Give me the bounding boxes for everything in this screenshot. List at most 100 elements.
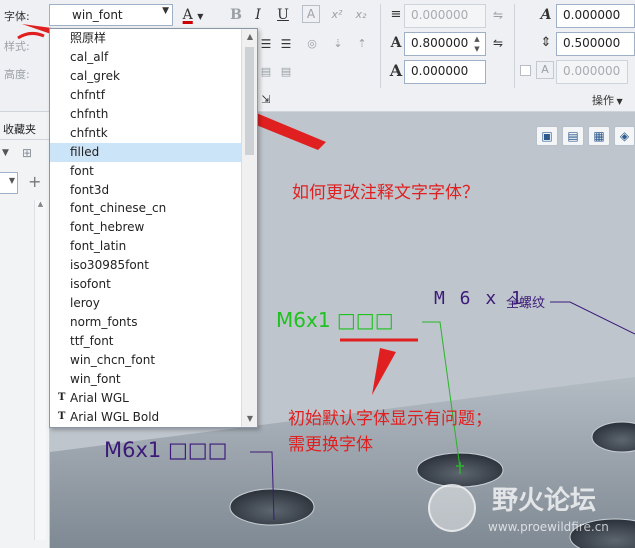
leader-line-purple: [550, 301, 635, 335]
dropdown-scrollbar[interactable]: ▲ ▼: [241, 29, 257, 427]
font-dropdown-list[interactable]: 照原样 cal_alf cal_grek chfntf chfnth chfntk fill…: [49, 28, 258, 428]
font-option-label: font3d: [70, 182, 110, 197]
font-option-label: Arial WGL: [70, 390, 129, 405]
checkbox[interactable]: [518, 62, 532, 82]
font-option[interactable]: win_font: [50, 370, 242, 389]
reset-height-icon[interactable]: ⇋: [488, 33, 508, 53]
align-center-icon[interactable]: ☰: [256, 34, 276, 54]
font-option-label: cal_alf: [70, 49, 109, 64]
tree-filter-select[interactable]: ▼: [0, 172, 18, 194]
font-option[interactable]: iso30985font: [50, 256, 242, 275]
font-option-label: leroy: [70, 296, 100, 311]
font-option-label: norm_fonts: [70, 315, 138, 330]
display-style-icon[interactable]: ▦: [588, 126, 610, 146]
frame-text-button[interactable]: A: [302, 5, 320, 23]
font-option[interactable]: chfntf: [50, 86, 242, 105]
font-option[interactable]: filled: [50, 142, 242, 162]
chevron-down-icon: ▼: [162, 6, 169, 16]
subscript-button[interactable]: x₂: [351, 5, 371, 25]
favorites-header[interactable]: 收藏夹: [0, 118, 50, 140]
ribbon-divider: [380, 4, 381, 88]
saved-views-icon[interactable]: ▤: [562, 126, 584, 146]
italic-button[interactable]: I: [248, 5, 268, 25]
red-arrow-up: [372, 348, 396, 395]
font-option[interactable]: win_chcn_font: [50, 351, 242, 370]
filter-icon[interactable]: ⊞: [22, 146, 32, 160]
font-option[interactable]: 照原样: [50, 29, 242, 48]
text-height-icon: A: [390, 35, 402, 51]
font-option[interactable]: chfntk: [50, 124, 242, 143]
angle-field[interactable]: 0.000000: [556, 60, 628, 84]
question-annotation: 如何更改注释文字字体？: [292, 183, 479, 203]
operations-group-label[interactable]: 操作 ▼: [592, 92, 623, 108]
problem-annotation: 初始默认字体显示有问题； 需更换字体: [288, 409, 492, 455]
view-cube-icon[interactable]: ▣: [536, 126, 558, 146]
font-option-label: win_font: [70, 371, 121, 386]
scroll-down-icon[interactable]: ▼: [242, 411, 257, 427]
font-option[interactable]: cal_grek: [50, 67, 242, 86]
font-option-label: chfntf: [70, 87, 105, 102]
line-spacing-field[interactable]: 0.000000: [404, 4, 486, 28]
flip-icon[interactable]: ▤: [276, 62, 296, 82]
thread-label: 全螺纹: [506, 296, 546, 311]
text-color-button[interactable]: A ▼: [176, 5, 210, 25]
font-option[interactable]: norm_fonts: [50, 313, 242, 332]
expand-group-icon[interactable]: ⇲: [256, 90, 276, 110]
font-option-label: font: [70, 163, 94, 178]
bold-button[interactable]: B: [226, 5, 246, 25]
font-option-label: Arial WGL Bold: [70, 409, 160, 424]
scroll-thumb[interactable]: [245, 47, 254, 155]
font-option[interactable]: chfnth: [50, 105, 242, 124]
truetype-icon: T: [58, 391, 66, 403]
font-option[interactable]: font_latin: [50, 237, 242, 256]
font-option[interactable]: font_chinese_cn: [50, 199, 242, 218]
font-option[interactable]: leroy: [50, 294, 242, 313]
font-label: 字体:: [4, 10, 30, 23]
chevron-down-icon: ▼: [197, 12, 204, 21]
line-spacing-icon: ≡: [390, 7, 402, 22]
scroll-up-icon[interactable]: ▲: [242, 29, 257, 45]
scroll-up-icon[interactable]: ▲: [35, 200, 46, 212]
char-spacing-field[interactable]: 0.000000: [556, 4, 635, 28]
anchor-icon[interactable]: ◎: [302, 34, 322, 54]
slant-angle-icon: A: [540, 7, 552, 23]
font-option-label: isofont: [70, 277, 111, 292]
mirror-icon[interactable]: ▤: [256, 62, 276, 82]
line-gap-field[interactable]: 0.500000: [556, 32, 635, 56]
add-icon[interactable]: +: [28, 172, 41, 191]
font-option-label: iso30985font: [70, 258, 149, 273]
height-label: 高度:: [4, 68, 30, 81]
font-option[interactable]: T Arial WGL Bold: [50, 408, 242, 427]
font-option[interactable]: font: [50, 162, 242, 181]
superscript-button[interactable]: x²: [327, 5, 347, 25]
align-bottom-icon[interactable]: ⇡: [352, 34, 372, 54]
text-width-field[interactable]: 0.000000: [404, 60, 486, 84]
font-option-label: 照原样: [70, 31, 107, 45]
font-option[interactable]: cal_alf: [50, 48, 242, 67]
font-option[interactable]: T Arial WGL: [50, 389, 242, 408]
align-right-icon[interactable]: ☰: [276, 34, 296, 54]
view-manager-icon[interactable]: ◈: [614, 126, 635, 146]
font-option[interactable]: isofont: [50, 275, 242, 294]
watermark-url: www.proewildfire.cn: [488, 520, 609, 534]
watermark-logo: [428, 484, 476, 532]
font-option[interactable]: font3d: [50, 181, 242, 200]
purple-note-left[interactable]: M6x1 □□□: [104, 438, 227, 462]
reset-icon[interactable]: ⇋: [488, 5, 508, 25]
align-top-icon[interactable]: ⇣: [328, 34, 348, 54]
angle-icon: A: [536, 61, 554, 79]
spinner-icon[interactable]: ▲ ▼: [471, 34, 483, 54]
font-select-value: win_font: [72, 8, 123, 22]
text-height-field[interactable]: 0.800000 ▲ ▼: [404, 32, 486, 56]
hole: [229, 488, 315, 526]
chevron-down-icon[interactable]: ▼: [2, 148, 9, 158]
font-option-label: filled: [70, 144, 100, 159]
font-option-label: ttf_font: [70, 334, 114, 348]
panel-scrollbar[interactable]: ▲: [34, 200, 46, 540]
font-option[interactable]: font_hebrew: [50, 218, 242, 237]
ribbon-divider: [514, 4, 515, 88]
font-option[interactable]: ttf_font: [50, 332, 242, 351]
green-note-text[interactable]: M6x1 □□□: [276, 308, 394, 332]
font-select[interactable]: win_font ▼: [49, 4, 173, 26]
underline-button[interactable]: U: [273, 5, 293, 25]
